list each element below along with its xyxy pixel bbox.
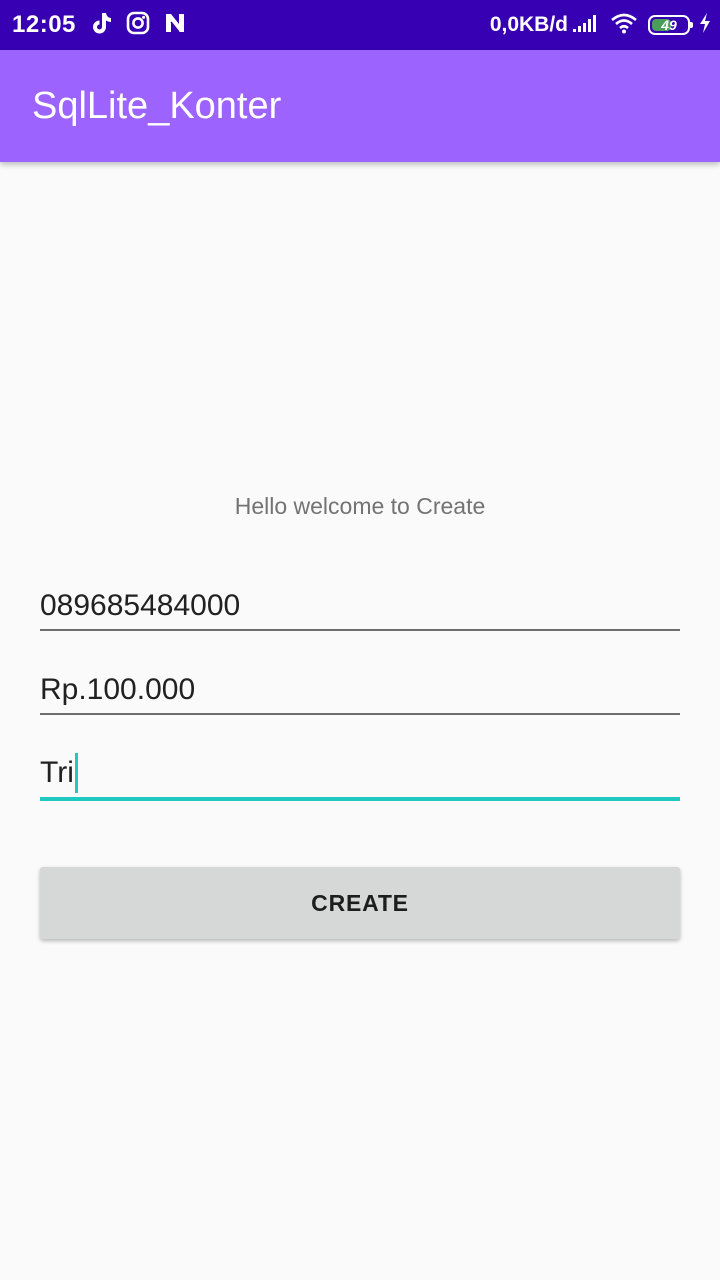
phone-number-field[interactable]: 089685484000 — [40, 571, 680, 631]
battery-level: 49 — [661, 17, 677, 33]
status-bar: 12:05 0,0KB/d 49 — [0, 0, 720, 50]
welcome-text: Hello welcome to Create — [234, 493, 486, 519]
provider-value: Tri — [40, 756, 74, 789]
battery-icon: 49 — [648, 15, 693, 35]
instagram-icon — [126, 11, 150, 40]
provider-field[interactable]: Tri — [40, 741, 680, 801]
create-button[interactable]: CREATE — [40, 867, 680, 939]
phone-number-underline — [40, 629, 680, 631]
charging-icon — [698, 12, 712, 39]
app-bar: SqlLite_Konter — [0, 50, 720, 162]
price-underline — [40, 713, 680, 715]
provider-input-area: Tri — [40, 753, 78, 793]
price-field[interactable]: Rp.100.000 — [40, 655, 680, 715]
n-app-icon — [164, 12, 186, 39]
phone-number-value: 089685484000 — [40, 589, 241, 622]
network-speed: 0,0KB/d — [489, 13, 568, 36]
signal-icon — [572, 13, 598, 38]
price-value: Rp.100.000 — [40, 673, 196, 706]
status-time: 12:05 — [12, 11, 76, 38]
app-title: SqlLite_Konter — [32, 84, 282, 127]
text-cursor — [74, 753, 78, 793]
tiktok-icon — [90, 11, 112, 40]
provider-underline — [40, 797, 680, 801]
wifi-icon — [610, 12, 638, 39]
